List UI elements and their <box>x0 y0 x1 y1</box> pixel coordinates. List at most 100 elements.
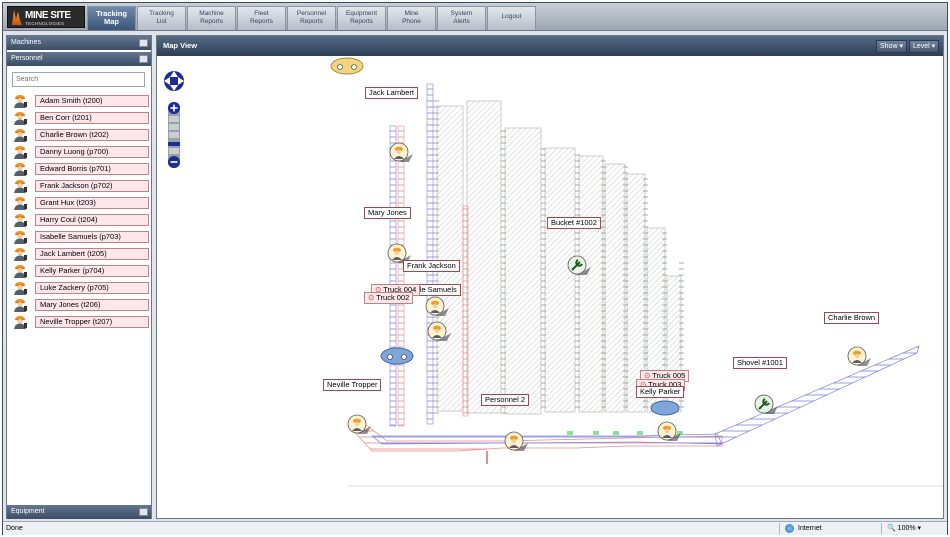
map-view: Map View Show ▾ Level ▾ Jack Lambert Mar… <box>156 35 944 519</box>
miner-icon <box>14 281 27 295</box>
nav-tab-mine-phone[interactable]: Mine Phone <box>387 6 436 30</box>
brand-logo: MINE SITE TECHNOLOGIES <box>7 6 85 28</box>
personnel-list-item[interactable]: Charlie Brown (t202) <box>12 127 150 142</box>
status-text: Done <box>6 525 23 532</box>
equipment-pin-icon[interactable] <box>754 394 778 414</box>
map-marker-label[interactable]: Shovel #1001 <box>733 357 787 369</box>
brand-name: MINE SITE <box>25 10 71 21</box>
nav-tab-fleet-reports[interactable]: Fleet Reports <box>237 6 286 30</box>
miner-icon <box>14 213 27 227</box>
personnel-name: Luke Zackery (p705) <box>35 282 149 294</box>
personnel-name: Adam Smith (t200) <box>35 95 149 107</box>
machines-title: Machines <box>11 39 41 46</box>
personnel-panel-header[interactable]: Personnel <box>7 52 151 66</box>
map-marker-text: Truck 002 <box>376 293 410 302</box>
map-marker-label[interactable]: lle Samuels <box>414 284 461 296</box>
personnel-name: Charlie Brown (t202) <box>35 129 149 141</box>
logo-mark-icon <box>12 10 22 25</box>
personnel-title: Personnel <box>11 55 43 62</box>
personnel-list-item[interactable]: Luke Zackery (p705) <box>12 280 150 295</box>
personnel-list-item[interactable]: Ben Corr (t201) <box>12 110 150 125</box>
map-marker-text: Kelly Parker <box>640 387 681 396</box>
show-dropdown-button[interactable]: Show ▾ <box>876 40 907 53</box>
nav-tab-machine-reports[interactable]: Machine Reports <box>187 6 236 30</box>
personnel-name: Kelly Parker (p704) <box>35 265 149 277</box>
personnel-list-item[interactable]: Frank Jackson (p702) <box>12 178 150 193</box>
personnel-name: Edward Borris (p701) <box>35 163 149 175</box>
miner-icon <box>14 179 27 193</box>
level-dropdown-button[interactable]: Level ▾ <box>909 40 940 53</box>
personnel-list-item[interactable]: Kelly Parker (p704) <box>12 263 150 278</box>
equipment-panel-header[interactable]: Equipment <box>7 505 151 519</box>
nav-tab-system-alerts[interactable]: System Alerts <box>437 6 486 30</box>
personnel-search-input[interactable] <box>12 72 145 87</box>
collapse-icon[interactable] <box>139 55 148 63</box>
truck-003-icon[interactable] <box>650 400 680 416</box>
miner-icon <box>14 230 27 244</box>
collapse-icon[interactable] <box>139 508 148 516</box>
nav-tab-tracking-map[interactable]: Tracking Map <box>87 6 136 30</box>
map-view-header: Map View Show ▾ Level ▾ <box>157 36 943 56</box>
personnel-list-item[interactable]: Harry Coul (t204) <box>12 212 150 227</box>
map-marker-label[interactable]: Kelly Parker <box>636 386 685 398</box>
miner-icon <box>14 145 27 159</box>
nav-tab-personnel-reports[interactable]: Personnel Reports <box>287 6 336 30</box>
map-marker-text: Charlie Brown <box>828 313 876 322</box>
person-pin-icon[interactable] <box>389 142 413 162</box>
personnel-list-item[interactable]: Grant Hux (t203) <box>12 195 150 210</box>
map-marker-label[interactable]: Mary Jones <box>364 207 411 219</box>
map-marker-text: Shovel #1001 <box>737 358 783 367</box>
personnel-list-item[interactable]: Adam Smith (t200) <box>12 93 150 108</box>
map-marker-label[interactable]: ⊙ Truck 002 <box>364 292 414 304</box>
miner-icon <box>14 128 27 142</box>
personnel-name: Danny Luong (p700) <box>35 146 149 158</box>
miner-icon <box>14 298 27 312</box>
map-marker-label[interactable]: Charlie Brown <box>824 312 880 324</box>
truck-top-icon[interactable] <box>330 57 364 75</box>
personnel-name: Ben Corr (t201) <box>35 112 149 124</box>
personnel-name: Frank Jackson (p702) <box>35 180 149 192</box>
miner-icon <box>14 247 27 261</box>
personnel-list-item[interactable]: Neville Tropper (t207) <box>12 314 150 329</box>
personnel-list-item[interactable]: Danny Luong (p700) <box>12 144 150 159</box>
personnel-list-item[interactable]: Jack Lambert (t205) <box>12 246 150 261</box>
map-marker-text: Bucket #1002 <box>551 218 597 227</box>
brand-subtitle: TECHNOLOGIES <box>25 21 65 26</box>
internet-zone-icon <box>785 524 794 533</box>
zoom-control[interactable] <box>168 102 180 168</box>
map-marker-text: Jack Lambert <box>369 88 415 97</box>
personnel-name: Jack Lambert (t205) <box>35 248 149 260</box>
map-marker-text: Personnel 2 <box>485 395 526 404</box>
truck-alert-icon: ⊙ <box>368 293 377 302</box>
miner-icon <box>14 264 27 278</box>
personnel-list-item[interactable]: Edward Borris (p701) <box>12 161 150 176</box>
personnel-list-item[interactable]: Isabelle Samuels (p703) <box>12 229 150 244</box>
pan-control[interactable] <box>164 71 184 91</box>
sidebar: Machines Personnel Adam Smith (t200) Ben … <box>6 35 152 519</box>
person-pin-icon[interactable] <box>847 346 871 366</box>
nav-tab-logout[interactable]: Logout <box>487 6 536 30</box>
miner-icon <box>14 315 27 329</box>
map-marker-label[interactable]: Personnel 2 <box>481 394 530 406</box>
nav-tab-equipment-reports[interactable]: Equipment Reports <box>337 6 386 30</box>
truck-002-icon[interactable] <box>380 347 414 365</box>
map-marker-label[interactable]: Jack Lambert <box>365 87 419 99</box>
personnel-list-item[interactable]: Mary Jones (t206) <box>12 297 150 312</box>
collapse-icon[interactable] <box>139 39 148 47</box>
machines-panel-header[interactable]: Machines <box>7 36 151 50</box>
miner-icon <box>14 94 27 108</box>
zone-text: Internet <box>798 525 822 532</box>
zoom-level[interactable]: 🔍 100% ▾ <box>887 522 921 535</box>
personnel-name: Isabelle Samuels (p703) <box>35 231 149 243</box>
map-marker-label[interactable]: Neville Tropper <box>323 379 382 391</box>
map-canvas[interactable] <box>157 56 943 518</box>
map-marker-text: lle Samuels <box>418 285 457 294</box>
miner-icon <box>14 111 27 125</box>
map-marker-label[interactable]: Bucket #1002 <box>547 217 601 229</box>
nav-tab-tracking-list[interactable]: Tracking List <box>137 6 186 30</box>
map-marker-label[interactable]: Frank Jackson <box>403 260 460 272</box>
top-navigation-bar: MINE SITE TECHNOLOGIES Tracking Map Track… <box>3 3 947 31</box>
personnel-name: Harry Coul (t204) <box>35 214 149 226</box>
person-pin-icon[interactable] <box>347 414 371 434</box>
map-marker-text: Neville Tropper <box>327 380 378 389</box>
